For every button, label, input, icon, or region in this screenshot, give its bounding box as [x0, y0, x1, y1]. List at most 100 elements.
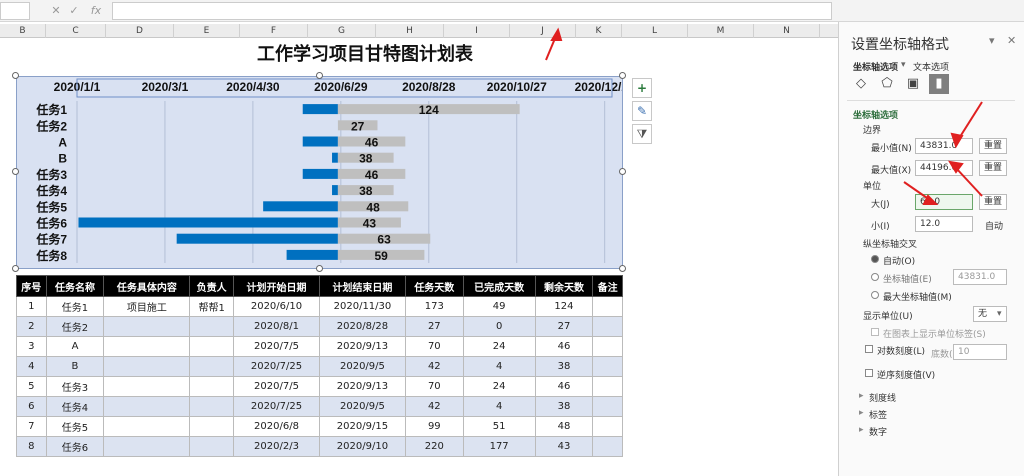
table-row[interactable]: 1 任务1 项目施工 帮帮1 2020/6/10 2020/11/30 173 49 124: [16, 296, 623, 317]
tab-axis-options[interactable]: 坐标轴选项: [853, 60, 898, 73]
size-properties-icon[interactable]: ▣: [903, 74, 923, 94]
table-cell[interactable]: 2020/9/5: [318, 396, 406, 417]
chart-styles-button[interactable]: ✎: [632, 101, 652, 121]
chevron-right-icon[interactable]: ▸: [859, 425, 864, 435]
show-units-checkbox[interactable]: [871, 328, 879, 336]
formula-input[interactable]: [112, 2, 832, 20]
table-cell[interactable]: [189, 416, 235, 437]
table-header-cell[interactable]: 任务具体内容: [103, 275, 191, 297]
table-cell[interactable]: 27: [534, 316, 594, 337]
tab-text-options[interactable]: 文本选项: [913, 60, 949, 73]
table-cell[interactable]: 2020/8/28: [318, 316, 406, 337]
table-cell[interactable]: [103, 376, 191, 397]
table-cell[interactable]: 70: [404, 336, 464, 357]
table-cell[interactable]: [592, 376, 623, 397]
table-cell[interactable]: 任务3: [45, 376, 105, 397]
table-cell[interactable]: 2020/9/10: [318, 436, 406, 457]
column-header[interactable]: D: [106, 24, 174, 38]
table-header-cell[interactable]: 任务天数: [404, 275, 464, 297]
column-header[interactable]: K: [576, 24, 622, 38]
column-header[interactable]: N: [754, 24, 820, 38]
table-cell[interactable]: 46: [534, 336, 594, 357]
table-cell[interactable]: 项目施工: [103, 296, 191, 317]
table-cell[interactable]: 177: [462, 436, 536, 457]
table-cell[interactable]: [103, 396, 191, 417]
section-tick-marks[interactable]: 刻度线: [869, 391, 896, 404]
table-cell[interactable]: 0: [462, 316, 536, 337]
table-cell[interactable]: 任务5: [45, 416, 105, 437]
table-cell[interactable]: [592, 356, 623, 377]
table-cell[interactable]: 3: [16, 336, 47, 357]
table-cell[interactable]: [189, 316, 235, 337]
resize-handle[interactable]: [12, 72, 19, 79]
table-cell[interactable]: [592, 316, 623, 337]
table-cell[interactable]: 5: [16, 376, 47, 397]
table-header-cell[interactable]: 计划开始日期: [233, 275, 320, 297]
table-cell[interactable]: 2020/6/10: [233, 296, 320, 317]
axis-options-icon[interactable]: ▮: [929, 74, 949, 94]
table-cell[interactable]: [103, 356, 191, 377]
table-cell[interactable]: [103, 436, 191, 457]
radio-cross-auto[interactable]: [871, 255, 879, 263]
table-cell[interactable]: B: [45, 356, 105, 377]
column-header[interactable]: J: [510, 24, 576, 38]
column-header[interactable]: B: [0, 24, 46, 38]
reset-max-button[interactable]: 重置: [979, 160, 1007, 176]
table-cell[interactable]: 48: [534, 416, 594, 437]
sheet-title[interactable]: 工作学习项目甘特图计划表: [150, 40, 580, 66]
table-cell[interactable]: 24: [462, 376, 536, 397]
table-header-cell[interactable]: 备注: [592, 275, 623, 297]
major-unit-input[interactable]: 60.0: [915, 194, 973, 210]
table-cell[interactable]: 43: [534, 436, 594, 457]
table-cell[interactable]: [189, 336, 235, 357]
table-cell[interactable]: [189, 436, 235, 457]
table-cell[interactable]: 6: [16, 396, 47, 417]
table-cell[interactable]: 49: [462, 296, 536, 317]
column-header[interactable]: H: [376, 24, 444, 38]
table-cell[interactable]: 46: [534, 376, 594, 397]
table-header-cell[interactable]: 剩余天数: [534, 275, 594, 297]
table-cell[interactable]: 42: [404, 356, 464, 377]
section-labels[interactable]: 标签: [869, 408, 887, 421]
effects-icon[interactable]: ⬠: [877, 74, 897, 94]
fill-line-icon[interactable]: ◇: [851, 74, 871, 94]
table-cell[interactable]: [189, 376, 235, 397]
table-cell[interactable]: 2020/9/13: [318, 336, 406, 357]
check-icon[interactable]: ✓: [66, 3, 82, 19]
table-cell[interactable]: [592, 396, 623, 417]
resize-handle[interactable]: [12, 168, 19, 175]
table-cell[interactable]: 2020/9/5: [318, 356, 406, 377]
chevron-right-icon[interactable]: ▸: [859, 408, 864, 418]
table-cell[interactable]: 99: [404, 416, 464, 437]
gantt-chart[interactable]: 2020/1/1 2020/3/1 2020/4/30 2020/6/29 2020/8…: [16, 76, 635, 269]
chevron-right-icon[interactable]: ▸: [859, 391, 864, 401]
table-cell[interactable]: 2020/9/13: [318, 376, 406, 397]
resize-handle[interactable]: [619, 72, 626, 79]
table-row[interactable]: 7 任务5 2020/6/8 2020/9/15 99 51 48: [16, 416, 623, 437]
table-cell[interactable]: 任务2: [45, 316, 105, 337]
table-cell[interactable]: [189, 396, 235, 417]
table-cell[interactable]: 2020/11/30: [318, 296, 406, 317]
table-cell[interactable]: [592, 336, 623, 357]
close-icon[interactable]: ✕: [1007, 34, 1016, 47]
reset-major-button[interactable]: 重置: [979, 194, 1007, 210]
section-axis-options[interactable]: 坐标轴选项: [853, 108, 898, 121]
table-cell[interactable]: 4: [462, 356, 536, 377]
table-cell[interactable]: 124: [534, 296, 594, 317]
table-row[interactable]: 4 B 2020/7/25 2020/9/5 42 4 38: [16, 356, 623, 377]
table-cell[interactable]: 2020/7/25: [233, 396, 320, 417]
table-header-cell[interactable]: 任务名称: [45, 275, 105, 297]
chevron-down-icon[interactable]: ▾: [901, 60, 906, 70]
table-cell[interactable]: 2020/7/25: [233, 356, 320, 377]
table-cell[interactable]: 任务6: [45, 436, 105, 457]
table-header-cell[interactable]: 计划结束日期: [318, 275, 406, 297]
reset-min-button[interactable]: 重置: [979, 138, 1007, 154]
radio-cross-value[interactable]: [871, 273, 879, 281]
column-header[interactable]: M: [688, 24, 754, 38]
section-number[interactable]: 数字: [869, 425, 887, 438]
column-header[interactable]: L: [622, 24, 688, 38]
table-cell[interactable]: 任务1: [45, 296, 105, 317]
radio-cross-max[interactable]: [871, 291, 879, 299]
table-cell[interactable]: 38: [534, 356, 594, 377]
table-header-cell[interactable]: 序号: [16, 275, 47, 297]
